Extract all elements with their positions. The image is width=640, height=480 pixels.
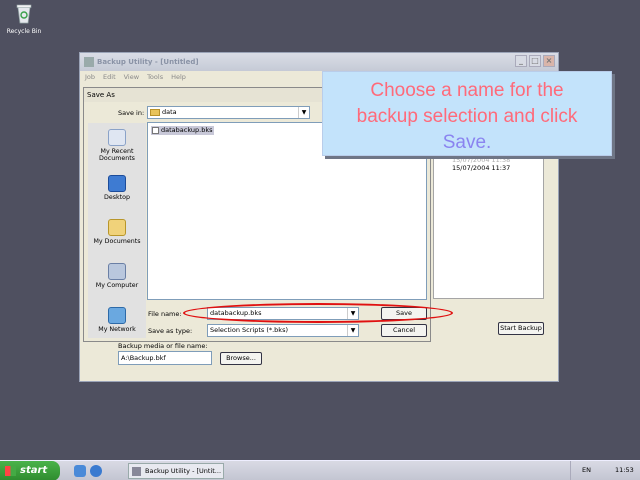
windows-flag-icon [5,466,16,476]
chevron-down-icon[interactable]: ▼ [347,325,358,336]
my-computer-icon [108,263,126,280]
place-my-documents[interactable]: My Documents [88,219,146,245]
timestamp-1: 15/07/2004 11:38 [452,156,511,164]
callout-line-1: Choose a name for the [370,80,564,101]
save-in-label: Save in: [118,109,145,117]
clock[interactable]: 11:53 [615,466,634,474]
places-bar: My Recent Documents Desktop My Documents… [88,123,146,338]
menu-tools[interactable]: Tools [147,73,163,81]
cancel-button[interactable]: Cancel [381,324,427,337]
recent-documents-icon [108,129,126,146]
backup-media-label: Backup media or file name: [118,342,208,350]
start-button[interactable]: start [0,461,60,480]
save-in-value: data [162,108,177,116]
task-label: Backup Utility - [Untit... [145,467,222,475]
recycle-bin[interactable]: Recycle Bin [6,2,42,35]
file-icon [152,127,159,134]
callout-line-3: Save. [442,132,492,153]
place-recent-documents[interactable]: My Recent Documents [88,129,146,162]
start-backup-button[interactable]: Start Backup [498,322,544,335]
minimize-button[interactable]: _ [515,55,527,67]
file-name-label: File name: [148,310,182,318]
place-label: My Computer [95,282,139,289]
tutorial-callout: Choose a name for the backup selection a… [322,71,612,156]
backup-app-icon [84,57,94,67]
start-label: start [20,465,48,476]
my-documents-icon [108,219,126,236]
place-label: My Recent Documents [99,148,135,162]
place-my-computer[interactable]: My Computer [88,263,146,289]
callout-line-2: backup selection and click [356,106,578,127]
timestamp-2: 15/07/2004 11:37 [452,164,511,172]
place-label: My Documents [93,238,141,245]
menu-view[interactable]: View [124,73,139,81]
save-as-type-select[interactable]: Selection Scripts (*.bks) ▼ [207,324,359,337]
maximize-button[interactable]: □ [529,55,541,67]
internet-explorer-icon[interactable] [90,465,102,477]
save-as-type-label: Save as type: [148,327,193,335]
menu-help[interactable]: Help [171,73,186,81]
place-my-network[interactable]: My Network [88,307,146,333]
recycle-bin-label: Recycle Bin [6,28,42,35]
place-label: Desktop [104,194,130,201]
window-title: Backup Utility - [Untitled] [97,58,199,66]
backup-app-icon [132,467,141,476]
system-tray: EN 11:53 [570,461,640,480]
close-button[interactable]: × [543,55,555,67]
menu-job[interactable]: Job [85,73,95,81]
place-desktop[interactable]: Desktop [88,175,146,201]
chevron-down-icon[interactable]: ▼ [298,107,309,118]
show-desktop-icon[interactable] [74,465,86,477]
highlight-ellipse [183,303,453,323]
window-titlebar[interactable]: Backup Utility - [Untitled] _ □ × [80,53,558,71]
browse-button[interactable]: Browse... [220,352,262,365]
backup-media-input[interactable]: A:\Backup.bkf [118,351,212,365]
taskbar-item-backup-utility[interactable]: Backup Utility - [Untit... [128,463,224,479]
taskbar: start Backup Utility - [Untit... EN 11:5… [0,460,640,480]
folder-icon [150,109,160,116]
file-item[interactable]: databackup.bks [151,126,215,135]
save-as-type-value: Selection Scripts (*.bks) [210,326,288,334]
file-item-label: databackup.bks [161,126,213,134]
desktop-icon [108,175,126,192]
menu-edit[interactable]: Edit [103,73,116,81]
my-network-icon [108,307,126,324]
place-label: My Network [98,326,136,333]
language-indicator[interactable]: EN [582,466,591,474]
save-in-select[interactable]: data ▼ [147,106,310,119]
recycle-bin-icon [16,4,32,24]
